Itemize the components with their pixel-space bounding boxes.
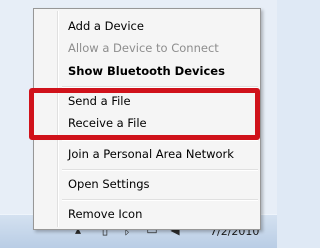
menu-separator <box>62 169 258 171</box>
menu-item-show-bluetooth-devices[interactable]: Show Bluetooth Devices <box>36 60 258 82</box>
highlight-annotation-box <box>29 88 260 140</box>
menu-item-join-personal-area-network[interactable]: Join a Personal Area Network <box>36 143 258 165</box>
menu-item-allow-device-to-connect: Allow a Device to Connect <box>68 41 219 55</box>
menu-item-open-settings[interactable]: Open Settings <box>36 173 258 195</box>
menu-item-remove-icon[interactable]: Remove Icon <box>36 203 258 225</box>
menu-separator <box>62 199 258 201</box>
menu-item-add-device[interactable]: Add a Device <box>36 15 258 37</box>
